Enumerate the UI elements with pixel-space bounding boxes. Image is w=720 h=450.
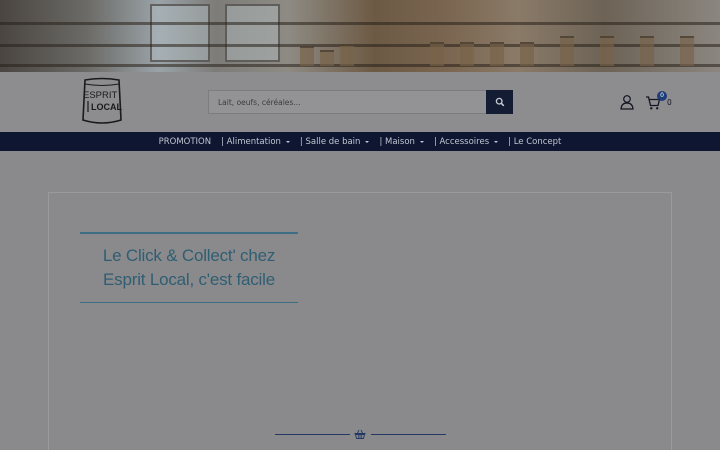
search-input[interactable] [208, 90, 486, 114]
hero-jar [600, 36, 614, 66]
hero-jar [320, 50, 334, 66]
chevron-down-icon [494, 141, 499, 143]
nav-item-alimentation[interactable]: | Alimentation [221, 137, 290, 147]
search-button[interactable] [486, 90, 513, 114]
hero-banner [0, 0, 720, 72]
nav-item-label: | Salle de bain [299, 136, 361, 147]
nav-item-label: | Alimentation [221, 136, 281, 147]
page-title-block: Le Click & Collect' chez Esprit Local, c… [80, 232, 298, 303]
hero-jar [640, 36, 654, 66]
esprit-local-logo[interactable]: ESPRIT LOCAL [79, 76, 125, 128]
content-card [48, 192, 672, 450]
nav-item-label: | Accessoires [433, 136, 490, 147]
search-icon [495, 97, 504, 107]
search-bar [208, 90, 513, 114]
hero-window [150, 4, 210, 62]
hero-window [225, 4, 280, 62]
nav-item-promotion[interactable]: PROMOTION [159, 137, 212, 147]
nav-item-label: | Maison [379, 136, 415, 147]
title-rule-bottom [80, 301, 298, 303]
logo-text-bottom: LOCAL [91, 102, 122, 112]
chevron-down-icon [365, 141, 370, 143]
cart-count: 0 [667, 98, 672, 107]
hero-jar [460, 42, 474, 66]
chevron-down-icon [419, 141, 424, 143]
hero-jar [680, 36, 694, 66]
hero-jar [300, 46, 314, 66]
nav-item-accessoires[interactable]: | Accessoires [433, 136, 499, 147]
nav-item-label: | Le Concept [508, 136, 562, 147]
nav-item-label: PROMOTION [158, 136, 212, 147]
hero-shelf [0, 22, 720, 25]
cart-badge: 0 [657, 91, 667, 101]
nav-item-le-concept[interactable]: | Le Concept [508, 137, 561, 147]
nav-item-maison[interactable]: | Maison [379, 137, 424, 147]
hero-jar [560, 36, 574, 66]
hero-jar [490, 42, 504, 66]
section-divider [275, 428, 446, 440]
nav-item-salle-de-bain[interactable]: | Salle de bain [300, 137, 370, 147]
main-nav: PROMOTION | Alimentation | Salle de bain… [0, 132, 720, 151]
user-icon[interactable] [619, 94, 635, 110]
basket-icon [354, 429, 366, 439]
divider-line-left [275, 434, 350, 435]
hero-jar [520, 42, 534, 66]
hero-jar [430, 42, 444, 66]
hero-jar [340, 44, 354, 66]
site-header: ESPRIT LOCAL 0 0 [0, 72, 720, 132]
chevron-down-icon [285, 141, 290, 143]
cart-button[interactable]: 0 0 [645, 91, 675, 112]
page-title: Le Click & Collect' chez Esprit Local, c… [102, 245, 276, 289]
divider-line-right [371, 434, 446, 435]
logo-text-top: ESPRIT [83, 90, 118, 101]
